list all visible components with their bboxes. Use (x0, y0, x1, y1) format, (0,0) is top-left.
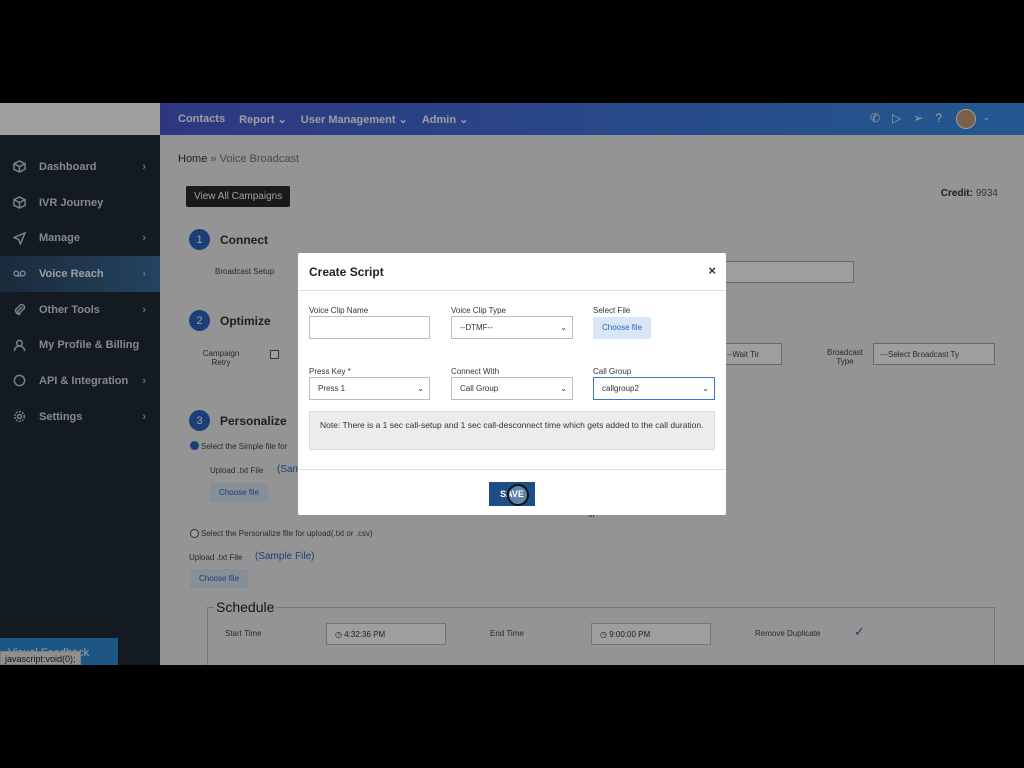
modal-header: Create Script × (298, 253, 726, 291)
voice-clip-name-label: Voice Clip Name (309, 306, 369, 315)
voice-clip-name-input[interactable] (309, 316, 430, 339)
chevron-down-icon: ⌄ (702, 384, 709, 393)
call-group-select[interactable]: callgroup2 ⌄ (593, 377, 715, 400)
press-key-value: Press 1 (318, 384, 346, 393)
press-key-select[interactable]: Press 1 ⌄ (309, 377, 430, 400)
chevron-down-icon: ⌄ (417, 384, 424, 393)
call-group-label: Call Group (593, 367, 632, 376)
modal-footer: SAVE (298, 469, 726, 515)
create-script-modal: Create Script × Voice Clip Name Voice Cl… (298, 253, 726, 515)
voice-clip-type-value: --DTMF-- (460, 323, 493, 332)
call-group-value: callgroup2 (602, 384, 639, 393)
chevron-down-icon: ⌄ (560, 384, 567, 393)
app-screen: Dashboard › IVR Journey Manage › Voice R… (0, 103, 1024, 665)
connect-with-value: Call Group (460, 384, 499, 393)
select-file-label: Select File (593, 306, 631, 315)
voice-clip-type-select[interactable]: --DTMF-- ⌄ (451, 316, 573, 339)
connect-with-label: Connect With (451, 367, 500, 376)
close-icon[interactable]: × (708, 263, 716, 278)
choose-file-button[interactable]: Choose file (593, 317, 652, 339)
press-key-label: Press Key * (309, 367, 351, 376)
modal-title: Create Script (309, 265, 384, 279)
pointer-cursor-icon (507, 484, 529, 506)
chevron-down-icon: ⌄ (560, 323, 567, 332)
call-duration-note: Note: There is a 1 sec call-setup and 1 … (309, 411, 715, 450)
connect-with-select[interactable]: Call Group ⌄ (451, 377, 573, 400)
voice-clip-type-label: Voice Clip Type (451, 306, 506, 315)
